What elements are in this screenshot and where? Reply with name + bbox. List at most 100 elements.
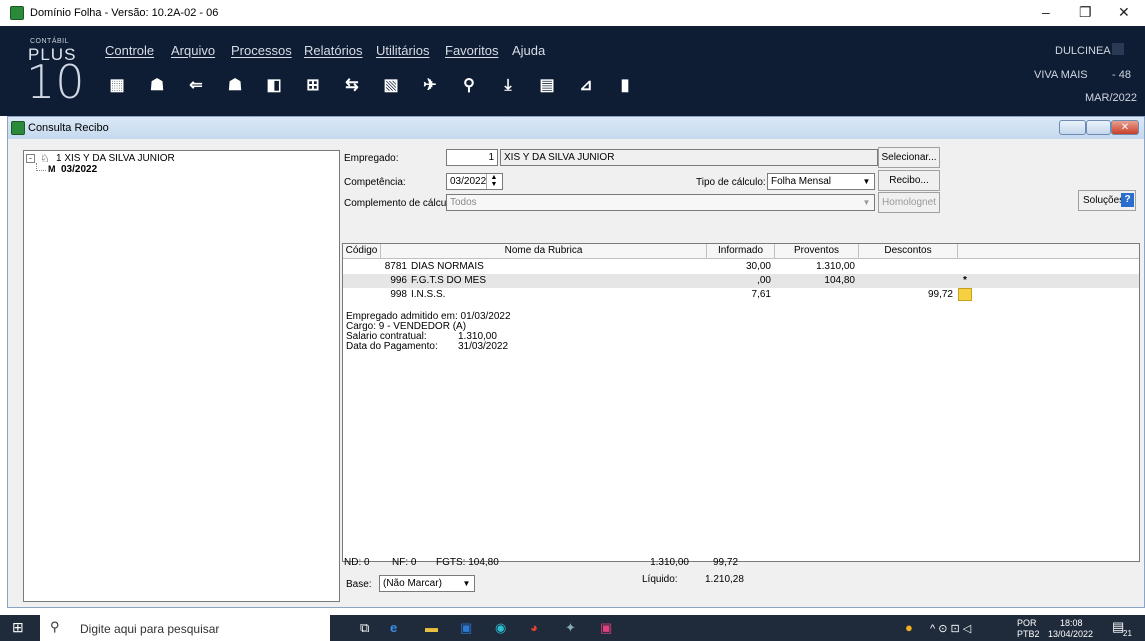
app-icon (10, 6, 24, 20)
windows-start-icon[interactable]: ⊞ (12, 619, 24, 636)
plane-icon[interactable]: ✈ (418, 74, 442, 98)
logo-contabil: CONTÁBIL (30, 38, 70, 45)
chevron-down-icon[interactable]: ▼ (459, 576, 474, 591)
subwindow-title: Consulta Recibo (28, 122, 109, 134)
weather-icon[interactable]: ● (905, 620, 913, 635)
sub-minimize-button[interactable] (1059, 120, 1086, 135)
download-icon[interactable]: ⤓ (496, 74, 520, 98)
clock-date[interactable]: 13/04/2022 (1048, 629, 1093, 639)
rubrics-grid: Código Nome da Rubrica Informado Provent… (342, 243, 1140, 562)
menu-processos[interactable]: Processos (231, 43, 292, 58)
taskbar: ⊞ ⚲ Digite aqui para pesquisar ⧉ e ▬ ▣ ◉… (0, 615, 1145, 641)
calc-type-label: Tipo de cálculo: (696, 177, 766, 188)
tray-icons[interactable]: ^ ⊙ ⊡ ◁ (930, 622, 971, 635)
complement-select[interactable]: Todos (446, 194, 875, 211)
taskbar-search[interactable]: ⚲ Digite aqui para pesquisar (40, 615, 330, 641)
receipt-button[interactable]: Recibo... (878, 170, 940, 191)
clock-time[interactable]: 18:08 (1060, 618, 1083, 628)
payment-date-value: 31/03/2022 (458, 341, 509, 352)
task-view-icon[interactable]: ⧉ (360, 620, 369, 636)
window-icon (11, 121, 25, 135)
base-label: Base: (346, 579, 372, 590)
close-button[interactable]: ✕ (1118, 4, 1130, 21)
calculator-detail-icon[interactable] (958, 288, 972, 301)
company-name[interactable]: VIVA MAIS (1034, 69, 1088, 81)
employee-code-input[interactable]: 1 (446, 149, 498, 166)
sub-close-button[interactable]: ✕ (1111, 120, 1139, 135)
marker: * (963, 275, 967, 286)
competence-spinner[interactable]: ▲ ▼ (486, 174, 501, 189)
total-deductions: 99,72 (713, 557, 739, 568)
transfer-icon[interactable]: ⇆ (340, 74, 364, 98)
menu-utilitarios[interactable]: Utilitários (376, 43, 429, 58)
search-icon[interactable]: ⚲ (457, 74, 481, 98)
table-row[interactable]: 996 F.G.T.S DO MES ,00 104,80 * (343, 274, 1139, 288)
net-value: 1.210,28 (705, 574, 744, 585)
payment-date-label: Data do Pagamento: (346, 341, 438, 352)
col-header-deductions[interactable]: Descontos (859, 244, 958, 259)
door-icon[interactable]: ▮ (613, 74, 637, 98)
competence-period[interactable]: MAR/2022 (1085, 92, 1137, 104)
search-icon: ⚲ (50, 619, 60, 634)
outlook-icon[interactable]: ▣ (460, 620, 472, 636)
tree-collapse-icon[interactable]: - (26, 154, 35, 163)
building-icon[interactable]: ▦ (105, 74, 129, 98)
document-icon[interactable]: ▧ (379, 74, 403, 98)
exit-icon[interactable]: ◧ (262, 74, 286, 98)
chevron-down-icon[interactable]: ▼ (859, 195, 874, 210)
pink-app-icon[interactable]: ▣ (600, 620, 612, 636)
minimize-button[interactable]: – (1042, 4, 1050, 20)
sub-maximize-button[interactable] (1086, 120, 1111, 135)
col-header-code[interactable]: Código (343, 244, 381, 259)
homolognet-button[interactable]: Homolognet (878, 192, 940, 213)
col-header-informed[interactable]: Informado (707, 244, 775, 259)
edge-icon[interactable]: ◉ (495, 620, 506, 636)
lang-label[interactable]: POR (1017, 618, 1037, 628)
app-icon[interactable]: ✦ (565, 620, 576, 636)
help-icon: ? (1121, 193, 1134, 207)
menu-favoritos[interactable]: Favoritos (445, 43, 498, 58)
restore-button[interactable]: ❐ (1079, 4, 1092, 21)
tree-child-period[interactable]: 03/2022 (61, 164, 97, 175)
col-header-earnings[interactable]: Proventos (775, 244, 859, 259)
select-button[interactable]: Selecionar... (878, 147, 940, 168)
chart-icon[interactable]: ⊿ (574, 74, 598, 98)
edge-legacy-icon[interactable]: e (390, 620, 397, 635)
user-status-icon (1112, 43, 1124, 55)
table-row[interactable]: 998 I.N.S.S. 7,61 99,72 (343, 288, 1139, 302)
file-explorer-icon[interactable]: ▬ (425, 620, 438, 635)
subwindow-titlebar: Consulta Recibo ✕ (8, 117, 1144, 139)
menu-controle[interactable]: Controle (105, 43, 154, 58)
net-label: Líquido: (642, 574, 678, 585)
nd-count: ND: 0 (344, 557, 370, 568)
col-header-name[interactable]: Nome da Rubrica (381, 244, 707, 259)
total-earnings: 1.310,00 (650, 557, 689, 568)
month-icon: M (48, 164, 56, 174)
fgts-value: FGTS: 104,80 (436, 557, 499, 568)
employee-label: Empregado: (344, 153, 399, 164)
title-bar: Domínio Folha - Versão: 10.2A-02 - 06 – … (0, 0, 1145, 26)
competence-label: Competência: (344, 177, 406, 188)
import-icon[interactable]: ⇐ (184, 74, 208, 98)
employee-name-field: XIS Y DA SILVA JUNIOR (500, 149, 878, 166)
chevron-down-icon[interactable]: ▼ (859, 174, 874, 189)
window-title: Domínio Folha - Versão: 10.2A-02 - 06 (30, 7, 219, 19)
menu-arquivo[interactable]: Arquivo (171, 43, 215, 58)
menu-ajuda[interactable]: Ajuda (512, 43, 545, 58)
solutions-button[interactable]: Soluções ? (1078, 190, 1136, 211)
table-row[interactable]: 8781 DIAS NORMAIS 30,00 1.310,00 (343, 260, 1139, 274)
chrome-icon[interactable]: ◕ (530, 620, 538, 635)
calculator-list-icon[interactable]: ⊞ (301, 74, 325, 98)
users-icon[interactable]: ☗ (223, 74, 247, 98)
consulta-recibo-window: Consulta Recibo ✕ - ♘ 1 XIS Y DA SILVA J… (7, 116, 1145, 608)
menu-relatorios[interactable]: Relatórios (304, 43, 363, 58)
user-icon[interactable]: ☗ (145, 74, 169, 98)
lang-layout[interactable]: PTB2 (1017, 629, 1040, 639)
user-name: DULCINEA (1055, 45, 1111, 57)
company-code: - 48 (1112, 69, 1131, 81)
calculator-icon[interactable]: ▤ (535, 74, 559, 98)
app-header: CONTÁBIL PLUS 10 Controle Arquivo Proces… (0, 26, 1145, 116)
nf-count: NF: 0 (392, 557, 417, 568)
tree-root-employee[interactable]: 1 XIS Y DA SILVA JUNIOR (56, 153, 175, 164)
employee-tree: - ♘ 1 XIS Y DA SILVA JUNIOR M 03/2022 (23, 150, 340, 602)
